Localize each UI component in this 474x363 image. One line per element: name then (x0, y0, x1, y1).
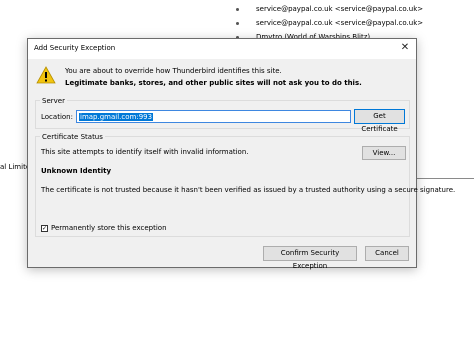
unknown-identity-heading: Unknown Identity (41, 167, 112, 175)
get-certificate-button[interactable]: Get Certificate (354, 109, 405, 133)
background-divider (410, 178, 474, 179)
list-item: service@paypal.co.uk <service@paypal.co.… (236, 16, 423, 30)
warning-icon (36, 66, 56, 84)
certificate-status-label: Certificate Status (40, 132, 105, 142)
list-item: service@paypal.co.uk <service@paypal.co.… (236, 2, 423, 16)
server-group-label: Server (40, 96, 67, 106)
dialog-titlebar[interactable]: Add Security Exception ✕ (28, 39, 416, 59)
permanent-checkbox[interactable]: ✓ (41, 225, 48, 232)
bullet-icon (236, 8, 239, 11)
location-label: Location: (41, 113, 73, 121)
intro-line: You are about to override how Thunderbir… (65, 67, 282, 75)
view-button[interactable]: View... (362, 146, 406, 160)
invalid-info-text: This site attempts to identify itself wi… (41, 148, 249, 156)
background-left-text: al Limite (0, 163, 31, 171)
location-input[interactable]: imap.gmail.com:993 (76, 110, 351, 123)
not-trusted-text: The certificate is not trusted because i… (41, 186, 456, 194)
intro-text: You are about to override how Thunderbir… (65, 65, 405, 89)
confirm-security-exception-button[interactable]: Confirm Security Exception (263, 246, 357, 270)
dialog-title: Add Security Exception (34, 44, 116, 52)
bullet-icon (236, 22, 239, 25)
certificate-status-group: Certificate Status This site attempts to… (35, 132, 455, 237)
security-exception-dialog: Add Security Exception ✕ You are about t… (27, 38, 455, 270)
intro-warning-line: Legitimate banks, stores, and other publ… (65, 79, 362, 87)
cancel-button[interactable]: Cancel (365, 246, 409, 261)
location-value: imap.gmail.com:993 (79, 113, 154, 121)
server-group: Server Location: imap.gmail.com:993 Get … (35, 96, 410, 133)
list-item-text: service@paypal.co.uk <service@paypal.co.… (256, 5, 424, 13)
close-button[interactable]: ✕ (396, 39, 414, 57)
permanent-checkbox-label[interactable]: Permanently store this exception (51, 224, 167, 232)
list-item-text: service@paypal.co.uk <service@paypal.co.… (256, 19, 424, 27)
